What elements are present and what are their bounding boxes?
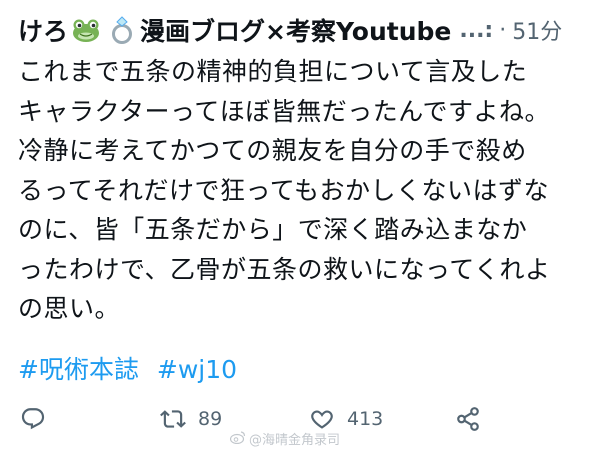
author-name-prefix: けろ [18, 17, 69, 46]
ring-emoji-icon [107, 15, 137, 45]
tweet-body-line: るってそれだけで狂ってもおかしくないはずな [18, 175, 550, 205]
author-display-name[interactable]: けろ 漫画ブログ×考察Youtube [18, 12, 451, 48]
tweet-body-line: 冷静に考えてかつての親友を自分の手で殺め [18, 136, 527, 165]
tweet-body-line: ったわけで、乙骨が五条の救いになってくれよ [18, 254, 551, 284]
retweet-icon [160, 406, 186, 432]
hashtag-list: #呪術本誌 #wj10 [18, 352, 247, 388]
frog-face-emoji-icon [71, 15, 101, 45]
retweet-count: 89 [198, 408, 223, 430]
weibo-watermark: @海晴金角录司 [229, 429, 341, 448]
reply-button[interactable] [20, 406, 46, 432]
tweet-body-line: のに、皆「五条だから」で深く踏み込まなか [18, 215, 528, 244]
share-icon [455, 406, 481, 432]
tweet-body-line: これまで五条の精神的負担について言及した [18, 57, 528, 86]
tweet-body-line: の思い。 [18, 294, 121, 323]
tweet-body: これまで五条の精神的負担について言及した キャラクターってほぼ皆無だったんですよ… [18, 52, 598, 329]
like-count: 413 [347, 408, 384, 430]
hashtag-link[interactable]: #呪術本誌 [18, 355, 139, 384]
weibo-logo-icon [229, 430, 246, 448]
share-button[interactable] [455, 406, 481, 432]
author-name-suffix: 漫画ブログ×考察Youtube [140, 17, 452, 46]
tweet-header: けろ 漫画ブログ×考察Youtube ...: · 51分 [18, 10, 588, 50]
tweet-timestamp[interactable]: 51分 [512, 14, 562, 46]
hashtag-link[interactable]: #wj10 [157, 355, 237, 384]
reply-icon [20, 406, 46, 432]
tweet-body-line: キャラクターってほぼ皆無だったんですよね。 [18, 96, 551, 126]
header-separator: · [499, 17, 507, 43]
tweet-card[interactable]: けろ 漫画ブログ×考察Youtube ...: · 51分 これまで五条の精神的… [0, 0, 602, 459]
name-truncation: ...: [459, 17, 494, 43]
watermark-text: @海晴金角录司 [249, 433, 341, 448]
retweet-button[interactable]: 89 [160, 406, 222, 432]
